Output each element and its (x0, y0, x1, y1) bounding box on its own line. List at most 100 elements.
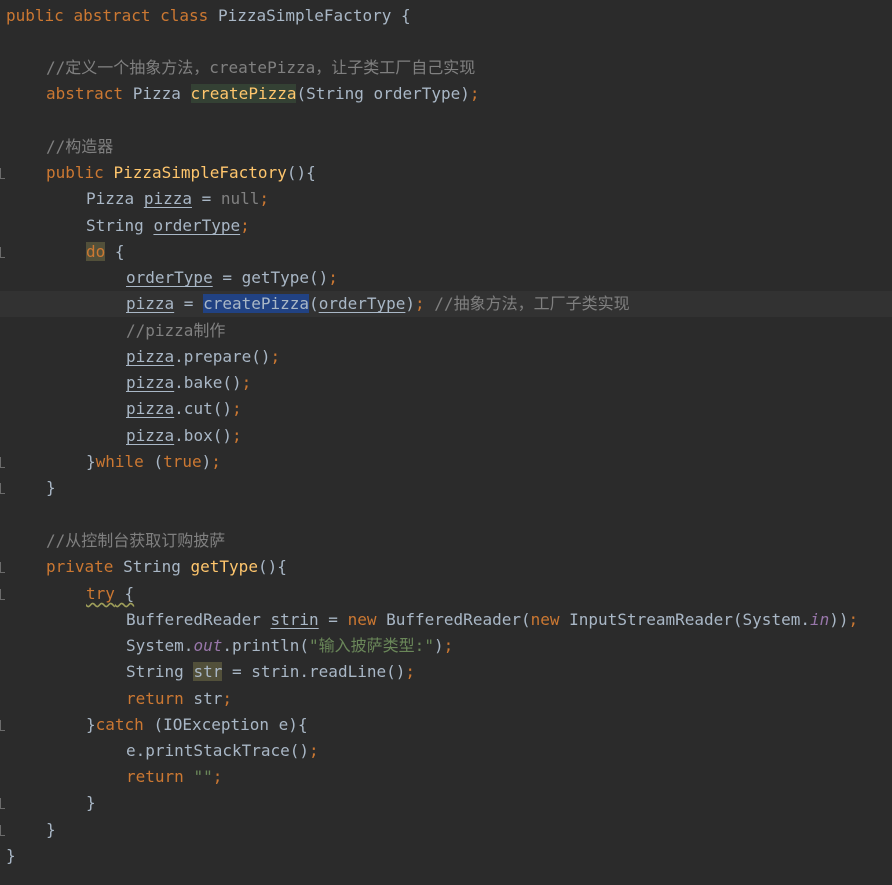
code-text: = (191, 189, 221, 208)
fold-icon[interactable] (0, 247, 5, 258)
keyword: catch (95, 715, 144, 734)
fold-icon[interactable] (0, 798, 5, 809)
code-line[interactable]: pizza.cut(); (0, 396, 892, 422)
keyword: return (126, 689, 184, 708)
code-text: .bake() (174, 373, 242, 392)
code-line[interactable]: e.printStackTrace(); (0, 738, 892, 764)
semicolon: ; (231, 426, 242, 445)
code-line[interactable]: }while (true); (0, 449, 892, 475)
semicolon: ; (328, 268, 338, 287)
static-field: in (809, 610, 830, 629)
semicolon: ; (405, 662, 416, 681)
code-line[interactable]: return ""; (0, 764, 892, 790)
code-line[interactable]: //pizza制作 (0, 318, 892, 344)
code-line[interactable]: BufferedReader strin = new BufferedReade… (0, 607, 892, 633)
semicolon: ; (241, 373, 252, 392)
code-text: ) (433, 636, 444, 655)
code-line[interactable]: } (0, 817, 892, 843)
semicolon: ; (212, 767, 223, 786)
code-line[interactable]: try { (0, 581, 892, 607)
null-literal: null (220, 189, 260, 208)
code-text: ) (405, 294, 416, 313)
code-line[interactable]: pizza.prepare(); (0, 344, 892, 370)
class-name: PizzaSimpleFactory (217, 6, 392, 25)
code-line[interactable]: System.out.println("输入披萨类型:"); (0, 633, 892, 659)
variable: pizza (126, 399, 175, 418)
type-name: Pizza (132, 84, 181, 103)
code-text: .cut() (174, 399, 232, 418)
keyword: new (347, 610, 377, 629)
code-line[interactable]: //构造器 (0, 134, 892, 160)
semicolon: ; (415, 294, 425, 313)
code-line[interactable]: String orderType; (0, 213, 892, 239)
method-call-selected: createPizza (203, 294, 310, 313)
variable: pizza (126, 294, 175, 313)
brace: } (46, 478, 56, 497)
brace: } (6, 846, 16, 865)
fold-icon[interactable] (0, 589, 5, 600)
fold-icon[interactable] (0, 457, 5, 468)
code-line[interactable]: return str; (0, 686, 892, 712)
code-text: BufferedReader (126, 610, 271, 629)
semicolon: ; (222, 689, 232, 708)
keyword: true (163, 452, 202, 471)
semicolon: ; (469, 84, 480, 103)
code-line[interactable]: //定义一个抽象方法，createPizza，让子类工厂自己实现 (0, 55, 892, 81)
code-line[interactable]: } (0, 843, 892, 869)
type-name: String (86, 216, 144, 235)
code-editor[interactable]: public abstract class PizzaSimpleFactory… (0, 0, 892, 885)
code-text: (IOException e){ (143, 715, 308, 734)
semicolon: ; (270, 347, 281, 366)
fold-icon[interactable] (0, 825, 5, 836)
code-line[interactable]: String str = strin.readLine(); (0, 659, 892, 685)
code-text: (){ (257, 557, 287, 576)
code-line[interactable]: }catch (IOException e){ (0, 712, 892, 738)
comment: //定义一个抽象方法，createPizza，让子类工厂自己实现 (46, 58, 476, 77)
fold-icon[interactable] (0, 562, 5, 573)
code-line[interactable]: pizza.bake(); (0, 370, 892, 396)
brace: } (86, 793, 96, 812)
code-text: )) (829, 610, 849, 629)
code-line[interactable]: public PizzaSimpleFactory(){ (0, 160, 892, 186)
current-line[interactable]: pizza = createPizza(orderType); //抽象方法，工… (0, 291, 892, 318)
code-line[interactable]: public abstract class PizzaSimpleFactory… (0, 3, 892, 29)
fold-icon[interactable] (0, 168, 5, 179)
keyword: while (95, 452, 144, 471)
string-literal: "输入披萨类型:" (309, 636, 434, 655)
string-literal: "" (193, 767, 213, 786)
type-name: Pizza (86, 189, 135, 208)
code-line[interactable]: orderType = getType(); (0, 265, 892, 291)
code-text: e.printStackTrace() (126, 741, 310, 760)
variable: strin (270, 610, 319, 629)
code-line[interactable]: Pizza pizza = null; (0, 186, 892, 212)
code-line[interactable]: } (0, 475, 892, 501)
fold-icon[interactable] (0, 483, 5, 494)
variable: pizza (126, 426, 175, 445)
code-text: String (126, 662, 194, 681)
semicolon: ; (309, 741, 319, 760)
variable-highlighted: str (193, 662, 223, 681)
semicolon: ; (443, 636, 454, 655)
keyword: abstract (73, 6, 151, 25)
type-name: String (123, 557, 181, 576)
brace: } (46, 820, 56, 839)
code-line[interactable]: do { (0, 239, 892, 265)
code-text: .prepare() (174, 347, 271, 366)
code-line[interactable]: //从控制台获取订购披萨 (0, 528, 892, 554)
code-line[interactable]: } (0, 790, 892, 816)
semicolon: ; (259, 189, 270, 208)
code-text: ( (309, 294, 319, 313)
code-text: .box() (174, 426, 232, 445)
code-text: { (105, 242, 125, 261)
code-text: System. (126, 636, 194, 655)
keyword: abstract (46, 84, 124, 103)
fold-icon[interactable] (0, 720, 5, 731)
code-text: = (174, 294, 204, 313)
code-text: .println( (222, 636, 310, 655)
keyword: class (160, 6, 209, 25)
code-line[interactable]: pizza.box(); (0, 423, 892, 449)
code-line[interactable]: abstract Pizza createPizza(String orderT… (0, 81, 892, 107)
keyword: public (6, 6, 64, 25)
code-line[interactable]: private String getType(){ (0, 554, 892, 580)
code-text: = (318, 610, 348, 629)
